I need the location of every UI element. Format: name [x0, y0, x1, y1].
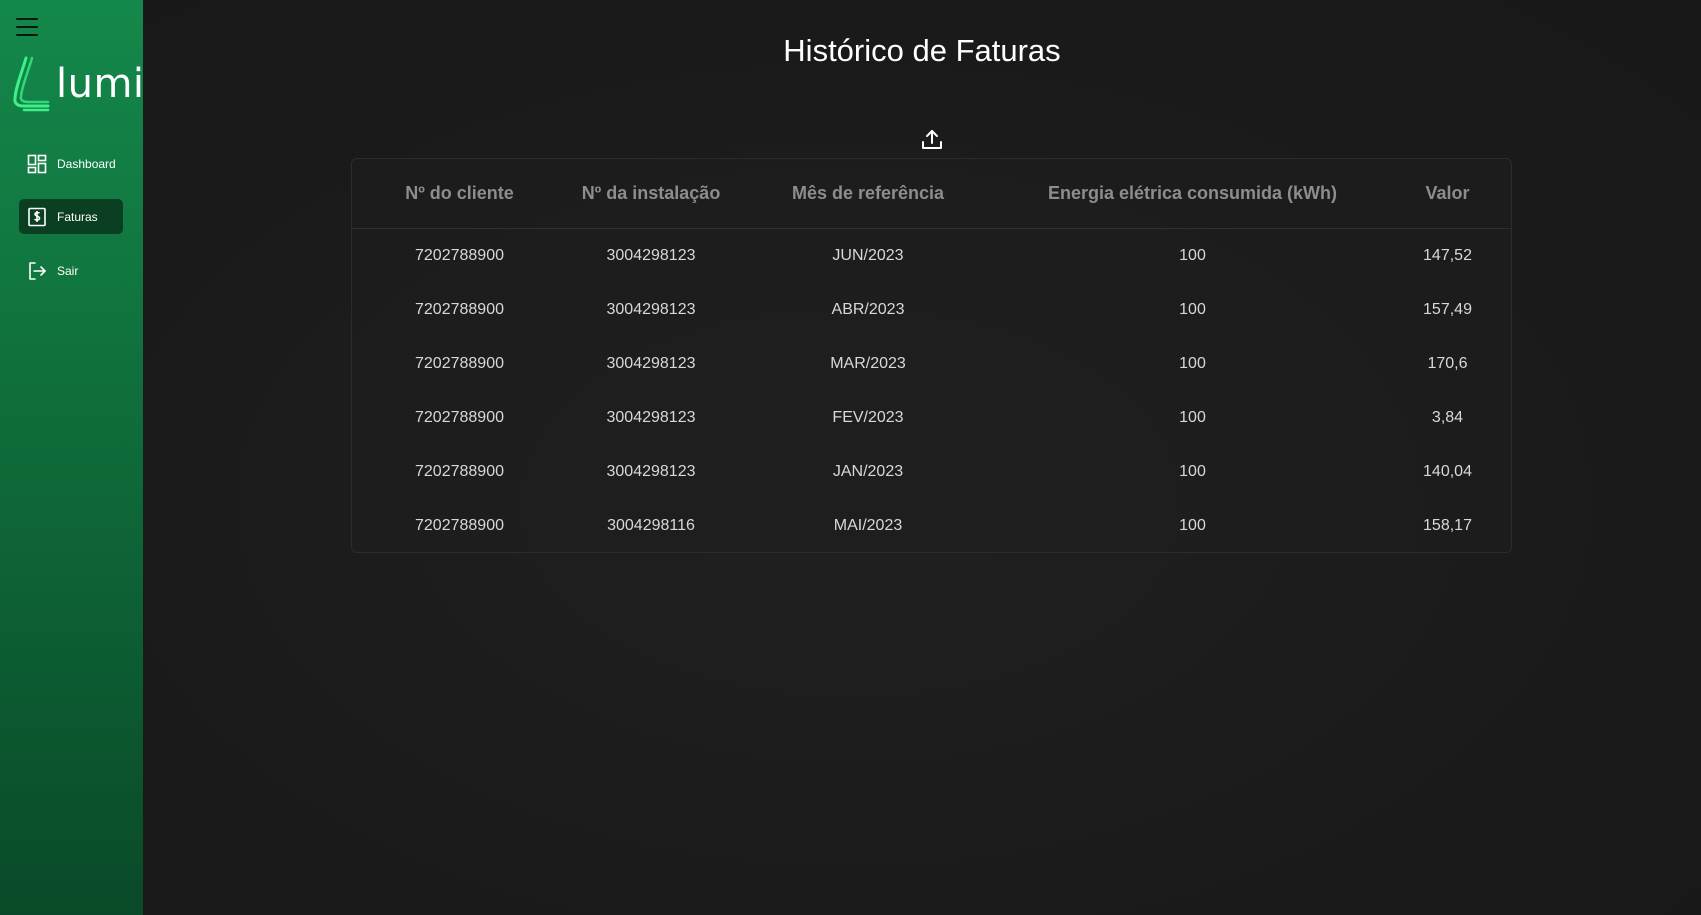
invoices-table-container: Nº do cliente Nº da instalação Mês de re…	[351, 158, 1512, 553]
page-title: Histórico de Faturas	[783, 33, 1061, 68]
cell-client-number: 7202788900	[415, 247, 504, 264]
cell-reference-month: JAN/2023	[832, 463, 904, 480]
cell-reference-month: MAR/2023	[830, 355, 906, 372]
cell-client-number: 7202788900	[415, 517, 504, 534]
sidebar-item-label: Dashboard	[57, 156, 116, 171]
cell-energy-consumed: 100	[1179, 517, 1206, 534]
cell-value: 3,84	[1431, 409, 1464, 426]
cell-energy-consumed: 100	[1179, 409, 1206, 426]
table-header-row: Nº do cliente Nº da instalação Mês de re…	[352, 159, 1511, 229]
column-header-installation-number[interactable]: Nº da instalação	[567, 159, 735, 229]
cell-installation-number: 3004298123	[606, 463, 696, 480]
dashboard-grid-icon	[27, 154, 47, 174]
cell-energy-consumed: 100	[1179, 301, 1206, 318]
column-header-value[interactable]: Valor	[1384, 159, 1511, 229]
column-header-client-number[interactable]: Nº do cliente	[352, 159, 567, 229]
lumi-logo-mark-icon	[13, 56, 50, 112]
cell-value: 170,6	[1427, 355, 1468, 372]
table-row[interactable]: 7202788900 3004298123 ABR/2023 100 157,4…	[352, 283, 1511, 337]
logout-icon	[27, 261, 47, 281]
cell-client-number: 7202788900	[415, 355, 504, 372]
cell-installation-number: 3004298123	[606, 301, 696, 318]
sidebar-item-sair[interactable]: Sair	[19, 253, 123, 288]
cell-reference-month: FEV/2023	[832, 409, 904, 426]
cell-installation-number: 3004298123	[606, 409, 696, 426]
cell-client-number: 7202788900	[415, 463, 504, 480]
cell-client-number: 7202788900	[415, 409, 504, 426]
table-row[interactable]: 7202788900 3004298123 JAN/2023 100 140,0…	[352, 445, 1511, 499]
cell-value: 140,04	[1423, 463, 1472, 480]
cell-installation-number: 3004298123	[606, 247, 696, 264]
cell-energy-consumed: 100	[1179, 355, 1206, 372]
sidebar-item-label: Sair	[57, 263, 79, 278]
upload-icon[interactable]	[920, 128, 944, 152]
column-header-energy-consumed[interactable]: Energia elétrica consumida (kWh)	[1001, 159, 1384, 229]
hamburger-menu-icon[interactable]	[16, 18, 40, 40]
cell-installation-number: 3004298116	[607, 517, 695, 534]
cell-energy-consumed: 100	[1179, 463, 1206, 480]
cell-value: 158,17	[1423, 517, 1472, 534]
sidebar: lumi Dashboard Faturas Sair	[0, 0, 144, 915]
cell-value: 157,49	[1423, 301, 1472, 318]
table-row[interactable]: 7202788900 3004298123 MAR/2023 100 170,6	[352, 337, 1511, 391]
sidebar-item-faturas[interactable]: Faturas	[19, 199, 123, 234]
cell-value: 147,52	[1423, 247, 1472, 264]
cell-reference-month: MAI/2023	[833, 517, 903, 534]
lumi-logo: lumi	[12, 56, 144, 112]
logo-text: lumi	[56, 61, 145, 107]
column-header-reference-month[interactable]: Mês de referência	[735, 159, 1001, 229]
table-row[interactable]: 7202788900 3004298123 JUN/2023 100 147,5…	[352, 229, 1511, 284]
cell-reference-month: JUN/2023	[832, 247, 904, 264]
sidebar-item-dashboard[interactable]: Dashboard	[19, 146, 123, 181]
sidebar-item-label: Faturas	[57, 209, 98, 224]
invoice-dollar-icon	[27, 207, 47, 227]
cell-client-number: 7202788900	[415, 301, 504, 318]
invoices-table: Nº do cliente Nº da instalação Mês de re…	[352, 159, 1511, 553]
cell-energy-consumed: 100	[1179, 247, 1206, 264]
table-row[interactable]: 7202788900 3004298116 MAI/2023 100 158,1…	[352, 499, 1511, 553]
table-row[interactable]: 7202788900 3004298123 FEV/2023 100 3,84	[352, 391, 1511, 445]
cell-installation-number: 3004298123	[606, 355, 696, 372]
cell-reference-month: ABR/2023	[831, 301, 905, 318]
